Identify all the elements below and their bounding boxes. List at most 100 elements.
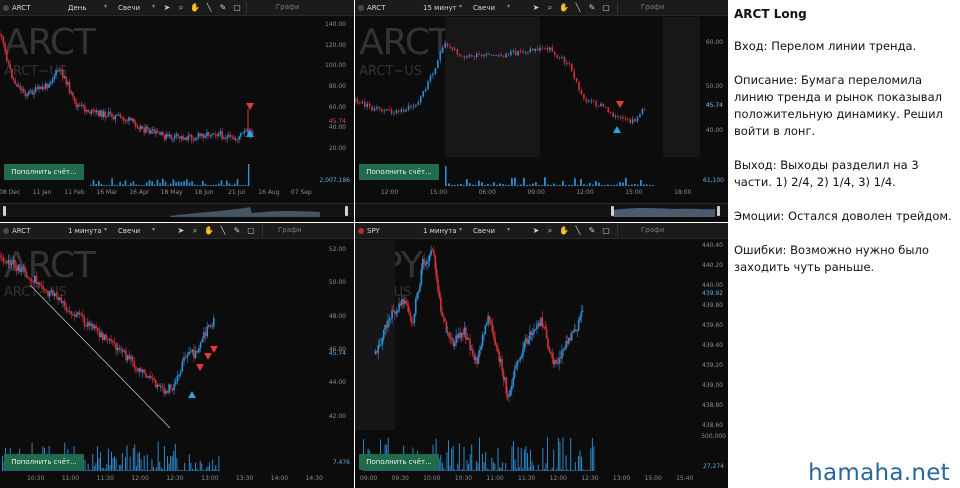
- line-tool-icon[interactable]: ╲: [218, 226, 228, 236]
- candle-body: [146, 126, 149, 129]
- current-price-label: 45.74: [328, 350, 346, 358]
- pencil-icon[interactable]: ✎: [587, 226, 597, 236]
- price-chart[interactable]: [0, 240, 324, 430]
- candle-body: [84, 106, 86, 112]
- symbol-field[interactable]: ARCT: [12, 226, 30, 236]
- fund-account-button[interactable]: Пополнить счёт...: [4, 164, 84, 180]
- interval-select[interactable]: 1 минута: [68, 226, 102, 236]
- chevron-down-icon[interactable]: ▾: [104, 226, 107, 233]
- chevron-down-icon[interactable]: ▾: [152, 226, 155, 233]
- price-axis[interactable]: 60.00 50.00 45.74 40.00 45.74: [699, 17, 725, 157]
- chevron-down-icon[interactable]: ▾: [104, 3, 107, 10]
- chart-type-select[interactable]: Свечи: [118, 3, 140, 13]
- price-chart[interactable]: [355, 240, 695, 430]
- volume-bar: [128, 470, 130, 471]
- graph-menu[interactable]: Графи: [641, 226, 665, 234]
- session-shade: [663, 17, 700, 157]
- candle-body: [490, 54, 493, 56]
- navigator-left-handle[interactable]: [611, 206, 614, 216]
- hand-icon[interactable]: ✋: [559, 3, 569, 13]
- hand-icon[interactable]: ✋: [204, 226, 214, 236]
- zoom-icon[interactable]: ⌕: [190, 226, 200, 236]
- chevron-down-icon[interactable]: ▾: [507, 226, 510, 233]
- price-chart[interactable]: [355, 17, 700, 157]
- chevron-down-icon[interactable]: ▾: [152, 3, 155, 10]
- candle-body: [111, 341, 114, 343]
- sell-marker: [246, 103, 254, 110]
- symbol-field[interactable]: ARCT: [12, 3, 30, 13]
- volume-bar: [451, 185, 453, 186]
- zoom-icon[interactable]: ⌕: [545, 3, 555, 13]
- pencil-icon[interactable]: ✎: [587, 3, 597, 13]
- chart-type-select[interactable]: Свечи: [118, 226, 140, 236]
- navigator[interactable]: [0, 203, 354, 217]
- zoom-icon[interactable]: ⌕: [176, 3, 186, 13]
- cursor-icon[interactable]: ➤: [531, 3, 541, 13]
- rectangle-icon[interactable]: ▢: [246, 226, 256, 236]
- candle-body: [125, 350, 127, 361]
- interval-select[interactable]: 1 минута: [423, 226, 457, 236]
- fund-account-button[interactable]: Пополнить счёт...: [359, 164, 439, 180]
- price-axis[interactable]: 440.40 440.20 440.00 439.80 439.60 439.40 439.…: [695, 240, 725, 430]
- chart-type-select[interactable]: Свечи: [473, 3, 495, 13]
- link-dot-icon[interactable]: [358, 5, 364, 11]
- cursor-icon[interactable]: ➤: [531, 226, 541, 236]
- chart-panel-spy-1min: SPY 1 минута ▾ Свечи ▾ ➤ ⌕ ✋ ╲ ✎ ▢ Графи…: [355, 223, 728, 488]
- trend-line[interactable]: [29, 284, 171, 429]
- candle-body: [449, 46, 451, 48]
- hand-icon[interactable]: ✋: [559, 226, 569, 236]
- volume-bar: [463, 185, 465, 186]
- pencil-icon[interactable]: ✎: [232, 226, 242, 236]
- volume-bar: [114, 455, 116, 471]
- line-tool-icon[interactable]: ╲: [573, 226, 583, 236]
- rectangle-icon[interactable]: ▢: [601, 3, 611, 13]
- chevron-down-icon[interactable]: ▾: [459, 3, 462, 10]
- graph-menu[interactable]: Графи: [276, 3, 300, 11]
- price-axis[interactable]: 52.00 50.00 48.00 46.00 44.00 42.00 45.74: [322, 240, 348, 430]
- volume-bar: [503, 470, 505, 471]
- line-tool-icon[interactable]: ╲: [204, 3, 214, 13]
- candle-body: [499, 359, 502, 362]
- volume-bar: [107, 448, 109, 471]
- volume-bar: [508, 185, 510, 186]
- candle-body: [39, 86, 42, 90]
- hand-icon[interactable]: ✋: [190, 3, 200, 13]
- fund-account-button[interactable]: Пополнить счёт...: [359, 454, 439, 470]
- volume-scale-top: 500,000: [701, 433, 726, 440]
- symbol-field[interactable]: SPY: [367, 226, 380, 236]
- chevron-down-icon[interactable]: ▾: [459, 226, 462, 233]
- chart-type-select[interactable]: Свечи: [473, 226, 495, 236]
- candle-body: [510, 51, 512, 56]
- graph-menu[interactable]: Графи: [641, 3, 665, 11]
- price-axis[interactable]: 140.00 120.00 100.00 80.00 60.00 40.00 20.00 45…: [322, 17, 348, 157]
- link-dot-icon[interactable]: [358, 228, 364, 234]
- candle-body: [75, 101, 78, 107]
- chevron-down-icon[interactable]: ▾: [507, 3, 510, 10]
- price-tick: 440.20: [702, 262, 723, 269]
- rectangle-icon[interactable]: ▢: [232, 3, 242, 13]
- candle-body: [456, 49, 459, 55]
- rectangle-icon[interactable]: ▢: [601, 226, 611, 236]
- volume-bar: [523, 177, 525, 186]
- candle-body: [475, 53, 478, 58]
- fund-account-button[interactable]: Пополнить счёт...: [4, 454, 84, 470]
- interval-select[interactable]: День: [68, 3, 86, 13]
- symbol-field[interactable]: ARCT: [367, 3, 385, 13]
- navigator-left-handle[interactable]: [3, 206, 6, 216]
- volume-bar: [202, 180, 204, 186]
- candle-body: [460, 332, 463, 338]
- navigator[interactable]: [355, 203, 728, 217]
- pencil-icon[interactable]: ✎: [218, 3, 228, 13]
- cursor-icon[interactable]: ➤: [176, 226, 186, 236]
- link-dot-icon[interactable]: [3, 5, 9, 11]
- navigator-right-handle[interactable]: [717, 206, 720, 216]
- interval-select[interactable]: 15 минут: [423, 3, 457, 13]
- line-tool-icon[interactable]: ╲: [573, 3, 583, 13]
- zoom-icon[interactable]: ⌕: [545, 226, 555, 236]
- navigator-right-handle[interactable]: [345, 206, 348, 216]
- link-dot-icon[interactable]: [3, 228, 9, 234]
- cursor-icon[interactable]: ➤: [162, 3, 172, 13]
- graph-menu[interactable]: Графи: [278, 226, 302, 234]
- price-chart[interactable]: [0, 17, 324, 157]
- candle-body: [48, 291, 51, 297]
